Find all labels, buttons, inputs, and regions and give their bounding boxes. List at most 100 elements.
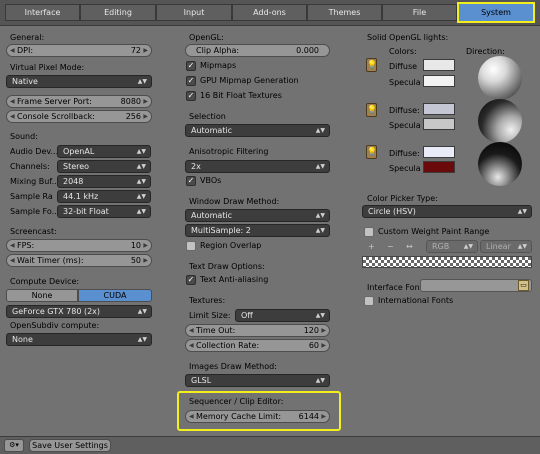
images-draw-method-dropdown[interactable]: GLSL ▲▼ xyxy=(185,374,330,387)
increment-arrow-icon[interactable]: ▶ xyxy=(143,255,148,266)
interface-font-path-field[interactable]: ▭ xyxy=(420,279,532,292)
increment-arrow-icon[interactable]: ▶ xyxy=(143,45,148,56)
decrement-arrow-icon[interactable]: ◀ xyxy=(189,340,194,351)
checkmark-icon: ✓ xyxy=(186,176,196,186)
save-user-settings-button[interactable]: Save User Settings xyxy=(29,439,111,452)
opensubdiv-value: None xyxy=(12,335,33,344)
color-picker-type-dropdown[interactable]: Circle (HSV) ▲▼ xyxy=(362,205,532,218)
dropdown-arrow-icon: ▲▼ xyxy=(315,312,325,319)
light3-direction-sphere[interactable] xyxy=(478,142,522,186)
tab-themes[interactable]: Themes xyxy=(307,4,382,21)
channels-dropdown[interactable]: Stereo ▲▼ xyxy=(57,160,151,173)
collection-rate-field[interactable]: ◀ Collection Rate: 60 ▶ xyxy=(185,339,330,352)
clip-alpha-field[interactable]: Clip Alpha: 0.000 xyxy=(185,44,330,57)
lightbulb-icon[interactable]: 💡 xyxy=(366,58,377,72)
light1-diffuse-swatch[interactable] xyxy=(423,59,455,71)
compute-none-option[interactable]: None xyxy=(6,289,78,302)
decrement-arrow-icon[interactable]: ◀ xyxy=(10,111,15,122)
decrement-arrow-icon[interactable]: ◀ xyxy=(10,255,15,266)
empty-checkbox-icon xyxy=(186,241,196,251)
opensubdiv-dropdown[interactable]: None ▲▼ xyxy=(6,333,152,346)
dropdown-arrow-icon: ▲▼ xyxy=(315,377,325,384)
selection-label: Selection xyxy=(189,112,226,121)
vbos-checkbox[interactable]: ✓ VBOs xyxy=(186,175,326,187)
sample-format-dropdown[interactable]: 32-bit Float ▲▼ xyxy=(57,205,151,218)
checkmark-icon: ✓ xyxy=(186,275,196,285)
light1-specular-swatch[interactable] xyxy=(423,75,455,87)
lightbulb-icon[interactable]: 💡 xyxy=(366,145,377,159)
anisotropic-filtering-label: Anisotropic Filtering xyxy=(189,147,269,156)
channels-value: Stereo xyxy=(63,162,90,171)
float-textures-label: 16 Bit Float Textures xyxy=(200,91,282,100)
dropdown-arrow-icon: ▲▼ xyxy=(315,127,325,134)
tab-interface[interactable]: Interface xyxy=(5,4,80,21)
tab-addons[interactable]: Add-ons xyxy=(232,4,307,21)
collection-rate-label: Collection Rate: xyxy=(196,341,260,350)
memory-cache-limit-field[interactable]: ◀ Memory Cache Limit: 6144 ▶ xyxy=(185,410,330,423)
region-overlap-checkbox[interactable]: Region Overlap xyxy=(186,240,326,252)
dropdown-arrow-icon: ▲▼ xyxy=(136,163,146,170)
selection-dropdown[interactable]: Automatic ▲▼ xyxy=(185,124,330,137)
tab-editing[interactable]: Editing xyxy=(80,4,156,21)
tab-input[interactable]: Input xyxy=(156,4,232,21)
decrement-arrow-icon[interactable]: ◀ xyxy=(10,240,15,251)
dropdown-arrow-icon: ▲▼ xyxy=(136,193,146,200)
compute-cuda-option[interactable]: CUDA xyxy=(78,289,152,302)
multisample-dropdown[interactable]: MultiSample: 2 ▲▼ xyxy=(185,224,330,237)
ramp-remove-button[interactable]: − xyxy=(387,242,394,251)
mixing-buffer-label: Mixing Buf... xyxy=(10,177,60,186)
frame-server-value: 8080 xyxy=(120,97,141,106)
light1-direction-sphere[interactable] xyxy=(478,56,522,100)
dropdown-arrow-icon: ▲▼ xyxy=(315,163,325,170)
decrement-arrow-icon[interactable]: ◀ xyxy=(189,411,194,422)
virtual-pixel-mode-dropdown[interactable]: Native ▲▼ xyxy=(6,75,152,88)
decrement-arrow-icon[interactable]: ◀ xyxy=(189,325,194,336)
increment-arrow-icon[interactable]: ▶ xyxy=(143,111,148,122)
gpu-mipmap-checkbox[interactable]: ✓ GPU Mipmap Generation xyxy=(186,75,326,87)
dpi-field[interactable]: ◀ DPI: 72 ▶ xyxy=(6,44,152,57)
gpu-dropdown[interactable]: GeForce GTX 780 (2x) ▲▼ xyxy=(6,305,152,318)
light1-diffuse-label: Diffuse xyxy=(389,62,418,71)
increment-arrow-icon[interactable]: ▶ xyxy=(321,340,326,351)
light3-diffuse-swatch[interactable] xyxy=(423,146,455,158)
light2-specular-swatch[interactable] xyxy=(423,118,455,130)
international-fonts-checkbox[interactable]: International Fonts xyxy=(364,295,524,307)
custom-weight-paint-checkbox[interactable]: Custom Weight Paint Range xyxy=(364,226,524,238)
light2-diffuse-swatch[interactable] xyxy=(423,103,455,115)
ramp-color-mode-dropdown[interactable]: RGB ▲▼ xyxy=(426,240,478,253)
ramp-flip-button[interactable]: ↔ xyxy=(406,242,413,251)
wait-timer-field[interactable]: ◀ Wait Timer (ms): 50 ▶ xyxy=(6,254,152,267)
text-antialiasing-checkbox[interactable]: ✓ Text Anti-aliasing xyxy=(186,274,326,286)
gpu-value: GeForce GTX 780 (2x) xyxy=(12,307,101,316)
sample-rate-dropdown[interactable]: 44.1 kHz ▲▼ xyxy=(57,190,151,203)
region-overlap-label: Region Overlap xyxy=(200,241,262,250)
increment-arrow-icon[interactable]: ▶ xyxy=(143,240,148,251)
ramp-add-button[interactable]: + xyxy=(368,242,375,251)
dropdown-arrow-icon: ▲▼ xyxy=(137,336,147,343)
frame-server-port-field[interactable]: ◀ Frame Server Port: 8080 ▶ xyxy=(6,95,152,108)
window-draw-method-dropdown[interactable]: Automatic ▲▼ xyxy=(185,209,330,222)
float-textures-checkbox[interactable]: ✓ 16 Bit Float Textures xyxy=(186,90,326,102)
time-out-field[interactable]: ◀ Time Out: 120 ▶ xyxy=(185,324,330,337)
decrement-arrow-icon[interactable]: ◀ xyxy=(10,96,15,107)
light2-direction-sphere[interactable] xyxy=(478,99,522,143)
mipmaps-checkbox[interactable]: ✓ Mipmaps xyxy=(186,60,326,72)
tab-file[interactable]: File xyxy=(382,4,457,21)
mixing-buffer-dropdown[interactable]: 2048 ▲▼ xyxy=(57,175,151,188)
ramp-interpolation-dropdown[interactable]: Linear ▲▼ xyxy=(480,240,532,253)
console-scrollback-field[interactable]: ◀ Console Scrollback: 256 ▶ xyxy=(6,110,152,123)
audio-device-dropdown[interactable]: OpenAL ▲▼ xyxy=(57,145,151,158)
increment-arrow-icon[interactable]: ▶ xyxy=(321,325,326,336)
weight-color-ramp[interactable] xyxy=(362,256,532,268)
anisotropic-filtering-dropdown[interactable]: 2x ▲▼ xyxy=(185,160,330,173)
increment-arrow-icon[interactable]: ▶ xyxy=(143,96,148,107)
folder-icon[interactable]: ▭ xyxy=(518,280,529,291)
increment-arrow-icon[interactable]: ▶ xyxy=(321,411,326,422)
lightbulb-icon[interactable]: 💡 xyxy=(366,103,377,117)
limit-size-dropdown[interactable]: Off ▲▼ xyxy=(235,309,330,322)
decrement-arrow-icon[interactable]: ◀ xyxy=(10,45,15,56)
tab-system[interactable]: System xyxy=(457,2,535,23)
editor-type-icon[interactable]: ⚙▾ xyxy=(4,439,24,452)
light3-specular-swatch[interactable] xyxy=(423,161,455,173)
fps-field[interactable]: ◀ FPS: 10 ▶ xyxy=(6,239,152,252)
